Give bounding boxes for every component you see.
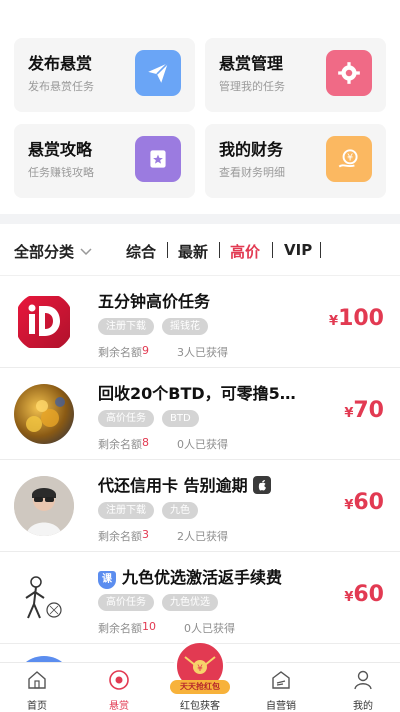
- task-tag: 九色: [162, 502, 198, 519]
- tab-comprehensive[interactable]: 综合: [126, 241, 156, 262]
- tab-vip[interactable]: VIP: [284, 241, 312, 259]
- tab-high-price[interactable]: 高价: [230, 241, 260, 262]
- remaining-count: 3: [142, 528, 149, 541]
- task-meta: 剩余名额 10 0人已获得: [98, 620, 235, 636]
- card-reward-manage[interactable]: 悬赏管理 管理我的任务: [205, 38, 386, 112]
- task-meta: 剩余名额 3 2人已获得: [98, 528, 228, 544]
- nav-label: 悬赏: [109, 701, 129, 712]
- section-divider: [0, 214, 400, 224]
- card-title: 发布悬赏: [28, 54, 93, 73]
- yuan-hand-icon: ¥: [326, 136, 372, 182]
- tab-divider: [219, 242, 220, 258]
- all-categories-label: 全部分类: [14, 243, 75, 261]
- card-title: 悬赏攻略: [28, 140, 93, 159]
- nav-label: 自营销: [266, 701, 296, 712]
- task-tags: 高价任务 BTD: [98, 410, 207, 427]
- task-title: 回收20个BTD，可零撸5…: [98, 384, 296, 403]
- tab-latest[interactable]: 最新: [178, 241, 208, 262]
- red-packet-tag: 天天抢红包: [170, 680, 230, 694]
- card-subtitle: 任务赚钱攻略: [28, 166, 94, 179]
- task-price: ¥100: [329, 306, 384, 331]
- task-tag: 注册下载: [98, 318, 154, 335]
- nav-mine[interactable]: 我的: [328, 663, 398, 712]
- price-value: 60: [353, 490, 384, 515]
- feature-grid: 发布悬赏 发布悬赏任务 悬赏管理 管理我的任务 悬赏攻略 任务赚钱攻略 我的财务…: [0, 0, 400, 214]
- avatar: [14, 384, 74, 444]
- avatar: [14, 568, 74, 628]
- apple-icon: [253, 476, 272, 494]
- task-title-text: 九色优选激活返手续费: [122, 568, 283, 587]
- task-title: 课九色优选激活返手续费: [98, 564, 282, 589]
- nav-home[interactable]: 首页: [2, 663, 72, 712]
- reward-icon: [109, 670, 129, 690]
- card-publish-reward[interactable]: 发布悬赏 发布悬赏任务: [14, 38, 195, 112]
- tab-divider: [167, 242, 168, 258]
- paper-plane-icon: [135, 50, 181, 96]
- remaining-label: 剩余名额: [98, 530, 142, 543]
- task-price: ¥60: [344, 490, 384, 515]
- list-item[interactable]: 回收20个BTD，可零撸5… 高价任务 BTD 剩余名额 8 0人已获得 ¥70: [0, 368, 400, 460]
- list-item[interactable]: 五分钟高价任务 注册下载 摇钱花 剩余名额 9 3人已获得 ¥100: [0, 276, 400, 368]
- obtained-count: 0人已获得: [184, 622, 235, 635]
- obtained-count: 2人已获得: [177, 530, 228, 543]
- course-badge: 课: [98, 571, 116, 589]
- all-categories-dropdown[interactable]: 全部分类: [14, 241, 92, 262]
- remaining-label: 剩余名额: [98, 438, 142, 451]
- nav-reward[interactable]: 悬赏: [84, 663, 154, 712]
- svg-text:¥: ¥: [197, 664, 203, 674]
- gear-icon: [326, 50, 372, 96]
- home-icon: [28, 671, 46, 689]
- task-price: ¥70: [344, 398, 384, 423]
- task-tag: 高价任务: [98, 594, 154, 611]
- obtained-count: 3人已获得: [177, 346, 228, 359]
- remaining-count: 10: [142, 620, 156, 633]
- remaining-label: 剩余名额: [98, 622, 142, 635]
- nav-label: 我的: [353, 701, 373, 712]
- remaining-count: 9: [142, 344, 149, 357]
- chevron-down-icon: [80, 247, 92, 255]
- task-tag: 九色优选: [162, 594, 218, 611]
- nav-self-marketing[interactable]: 自营销: [246, 663, 316, 712]
- avatar: [14, 476, 74, 536]
- tab-divider: [272, 242, 273, 258]
- task-title: 五分钟高价任务: [98, 292, 211, 311]
- task-tag: 注册下载: [98, 502, 154, 519]
- task-meta: 剩余名额 9 3人已获得: [98, 344, 228, 360]
- remaining-count: 8: [142, 436, 149, 449]
- price-value: 60: [353, 582, 384, 607]
- list-item[interactable]: 代还信用卡 告别逾期 注册下载 九色 剩余名额 3 2人已获得 ¥60: [0, 460, 400, 552]
- price-value: 100: [338, 306, 384, 331]
- marketing-icon: [272, 671, 290, 689]
- obtained-count: 0人已获得: [177, 438, 228, 451]
- profile-icon: [354, 670, 372, 690]
- card-subtitle: 发布悬赏任务: [28, 80, 94, 93]
- svg-text:¥: ¥: [347, 153, 353, 164]
- filter-bar: 全部分类 综合 最新 高价 VIP: [0, 224, 400, 276]
- task-tags: 高价任务 九色优选: [98, 594, 226, 611]
- nav-label: 红包获客: [180, 701, 220, 712]
- card-subtitle: 查看财务明细: [219, 166, 285, 179]
- task-price: ¥60: [344, 582, 384, 607]
- price-value: 70: [353, 398, 384, 423]
- task-tags: 注册下载 九色: [98, 502, 206, 519]
- task-meta: 剩余名额 8 0人已获得: [98, 436, 228, 452]
- card-reward-guide[interactable]: 悬赏攻略 任务赚钱攻略: [14, 124, 195, 198]
- nav-label: 首页: [27, 701, 47, 712]
- task-tags: 注册下载 摇钱花: [98, 318, 216, 335]
- task-title: 代还信用卡 告别逾期: [98, 472, 272, 496]
- remaining-label: 剩余名额: [98, 346, 142, 359]
- avatar: [14, 292, 74, 352]
- card-title: 我的财务: [219, 140, 284, 159]
- card-my-finance[interactable]: 我的财务 查看财务明细 ¥: [205, 124, 386, 198]
- task-tag: BTD: [162, 410, 199, 427]
- task-title-text: 代还信用卡 告别逾期: [98, 476, 248, 495]
- card-title: 悬赏管理: [219, 54, 284, 73]
- task-tag: 高价任务: [98, 410, 154, 427]
- card-subtitle: 管理我的任务: [219, 80, 285, 93]
- currency-symbol: ¥: [329, 314, 339, 329]
- tab-divider: [320, 242, 321, 258]
- star-bookmark-icon: [135, 136, 181, 182]
- task-tag: 摇钱花: [162, 318, 208, 335]
- list-item[interactable]: 课九色优选激活返手续费 高价任务 九色优选 剩余名额 10 0人已获得 ¥60: [0, 552, 400, 644]
